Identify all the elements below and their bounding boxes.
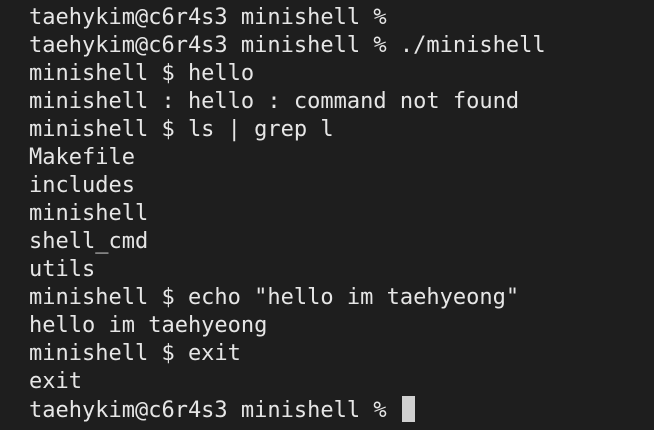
terminal-line: hello im taehyeong (29, 313, 268, 338)
terminal-window[interactable]: taehykim@c6r4s3 minishell % taehykim@c6r… (0, 0, 654, 430)
terminal-line: includes (29, 173, 135, 198)
terminal-line: minishell (29, 201, 149, 226)
terminal-line: minishell : hello : command not found (29, 89, 520, 114)
terminal-line: taehykim@c6r4s3 minishell % (29, 5, 387, 30)
terminal-line: minishell $ echo "hello im taehyeong" (29, 285, 520, 310)
terminal-line: minishell $ hello (29, 61, 255, 86)
terminal-line: Makefile (29, 145, 135, 170)
terminal-line: shell_cmd (29, 229, 149, 254)
terminal-input-line[interactable]: taehykim@c6r4s3 minishell % (29, 396, 654, 424)
terminal-line: minishell $ ls | grep l (29, 117, 334, 142)
current-prompt: taehykim@c6r4s3 minishell % (29, 398, 400, 423)
terminal-line: utils (29, 257, 96, 282)
terminal-line: exit (29, 369, 82, 394)
terminal-line: minishell $ exit (29, 341, 241, 366)
text-cursor (401, 396, 415, 422)
terminal-line: taehykim@c6r4s3 minishell % ./minishell (29, 33, 546, 58)
